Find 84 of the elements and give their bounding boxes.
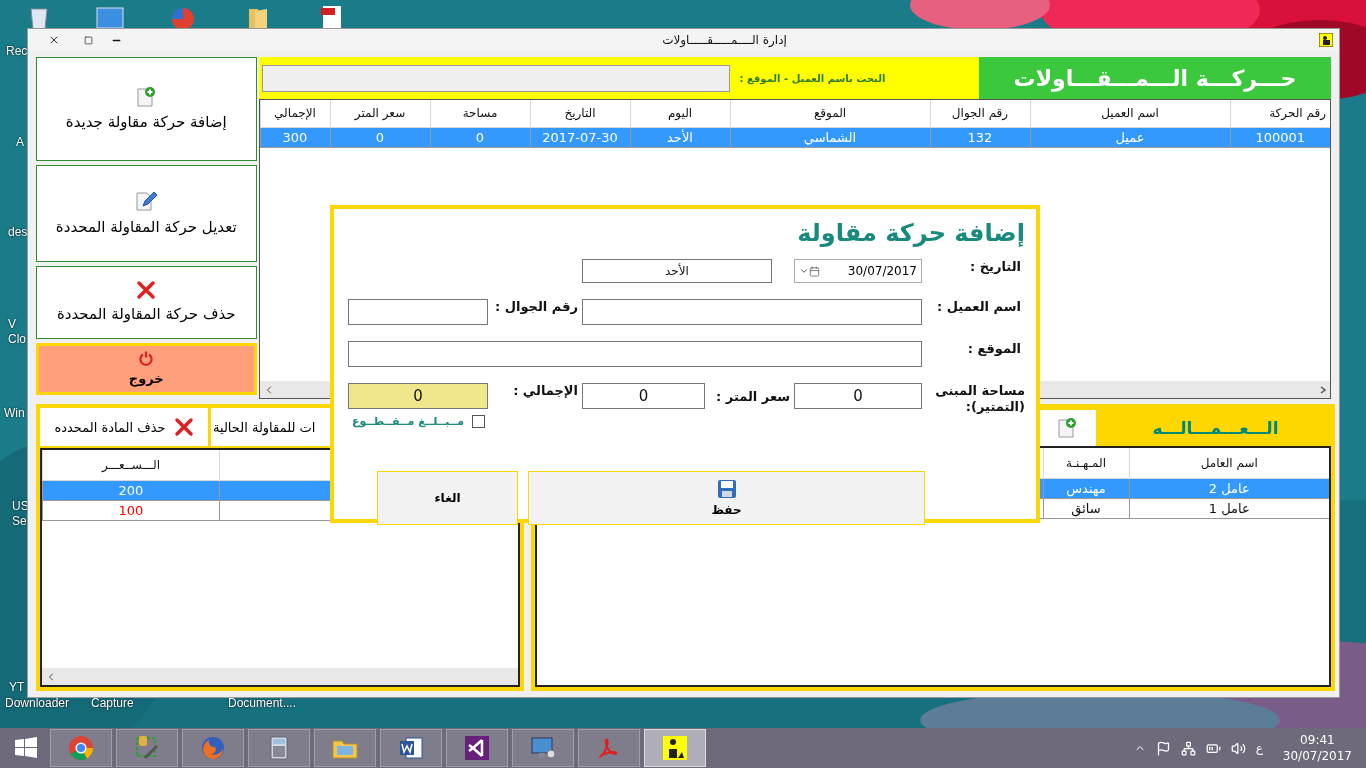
edit-button[interactable]: تعديل حركة المقاولة المحددة — [36, 165, 257, 262]
table-cell[interactable]: سائق — [1043, 498, 1129, 518]
column-header[interactable]: الموقع — [730, 100, 930, 127]
infinity-icon — [463, 734, 491, 762]
desktop-icon-label: des — [8, 225, 28, 240]
date-picker[interactable]: 30/07/2017 — [794, 259, 922, 283]
computer-icon — [95, 6, 125, 30]
column-header[interactable]: الـــســعـــر — [42, 450, 220, 480]
column-header[interactable]: اسم العميل — [1030, 100, 1230, 127]
volume-icon[interactable] — [1230, 740, 1246, 756]
area-field[interactable]: 0 — [794, 383, 922, 409]
table-cell[interactable]: عامل 1 — [1129, 498, 1329, 518]
total-field[interactable]: 0 — [348, 383, 488, 409]
save-button[interactable]: حفظ — [528, 471, 925, 525]
fox-globe-icon — [199, 734, 227, 762]
app-icon — [1319, 33, 1333, 47]
phone-field[interactable] — [348, 299, 488, 325]
client-label: اسم العميل : — [936, 299, 1022, 315]
add-document-icon — [135, 85, 158, 108]
windows-icon — [14, 736, 38, 760]
add-worker-button[interactable] — [1038, 410, 1096, 446]
window-title: إدارة الــــمـــــقـــــاولات — [661, 33, 788, 47]
horizontal-scrollbar[interactable] — [42, 668, 518, 685]
column-header[interactable]: مساحة — [430, 100, 530, 127]
edit-document-icon — [134, 189, 159, 214]
table-cell[interactable]: 100 — [42, 500, 220, 520]
desktop-icon-label: V Clo — [8, 317, 26, 347]
column-header[interactable]: اليوم — [630, 100, 730, 127]
worker-icon — [661, 734, 689, 762]
column-header[interactable]: اسم العامل — [1129, 448, 1329, 478]
delete-icon — [173, 417, 194, 437]
desktop-icon-label: Win — [4, 406, 25, 421]
document-icon — [397, 734, 425, 762]
price-label: سعر المتر : — [715, 388, 791, 405]
desktop-icon-label: YT — [9, 680, 25, 695]
calendar-icon[interactable] — [809, 265, 820, 277]
input-language[interactable]: ع — [1255, 741, 1263, 755]
column-header[interactable]: التاريخ — [530, 100, 630, 127]
day-field[interactable]: الأحد — [582, 259, 772, 283]
desktop-icon-label: Capture — [91, 696, 134, 711]
monitor-icon — [529, 734, 557, 762]
exit-button[interactable]: خروج — [36, 343, 257, 395]
price-field[interactable]: 0 — [582, 383, 705, 409]
browser-icon — [67, 734, 95, 762]
dropdown-caret-icon[interactable] — [799, 266, 809, 276]
scroll-right-icon[interactable] — [1319, 385, 1327, 394]
date-label: التاريخ : — [969, 259, 1022, 275]
delete-icon — [136, 280, 157, 301]
search-field[interactable] — [261, 64, 730, 92]
desktop-icon-label: Downloader — [5, 696, 70, 711]
column-header[interactable]: الإجمالي — [260, 100, 330, 127]
clock[interactable]: 09:41 30/07/2017 — [1282, 732, 1352, 764]
desktop-icon-label: A — [16, 135, 24, 150]
area-label: مساحة المبنى (التمتير): — [934, 383, 1025, 415]
location-label: الموقع : — [966, 341, 1022, 357]
search-label: البحث باسم العميل - الموقع : — [739, 72, 886, 84]
dialog-title: إضافة حركة مقاولة — [797, 218, 1025, 249]
section-title: حـــركـــة الـــمـــقـــاولات — [979, 57, 1331, 99]
tools-icon — [133, 734, 161, 762]
total-label: الإجمالي : — [512, 383, 579, 399]
column-header[interactable]: رقم الجوال — [930, 100, 1030, 127]
column-header[interactable]: رقم الحركة — [1230, 100, 1330, 127]
workers-title: الـــعـــمـــالـــه — [1151, 417, 1280, 440]
lump-sum-label: مــبــلــغ مــقــطــوع — [351, 415, 464, 428]
delete-item-button[interactable]: حذف المادة المحدده — [40, 408, 208, 446]
add-button[interactable]: إضافة حركة مقاولة جديدة — [36, 57, 257, 161]
close-icon — [48, 34, 60, 46]
delete-button[interactable]: حذف حركة المقاولة المحددة — [36, 266, 257, 339]
add-document-icon — [1056, 417, 1078, 439]
taskbar-app-button[interactable] — [644, 729, 706, 767]
network-icon[interactable] — [1180, 740, 1196, 756]
toolbar-button[interactable]: ات للمقاولة الحالية — [211, 408, 332, 446]
save-icon — [716, 479, 737, 499]
phone-label: رقم الجوال : — [493, 299, 579, 315]
desktop-icon-label: Document.... — [228, 696, 297, 711]
column-header[interactable]: سعر المتر — [330, 100, 430, 127]
cancel-button[interactable]: الغاء — [377, 471, 518, 525]
client-field[interactable] — [582, 299, 922, 325]
flag-icon[interactable] — [1155, 740, 1171, 756]
maximize-icon — [83, 35, 93, 45]
desktop-icon-label: Rec — [6, 44, 28, 59]
column-header[interactable]: المـهـنـة — [1043, 448, 1129, 478]
checkbox[interactable] — [472, 415, 485, 428]
location-field[interactable] — [348, 341, 922, 367]
